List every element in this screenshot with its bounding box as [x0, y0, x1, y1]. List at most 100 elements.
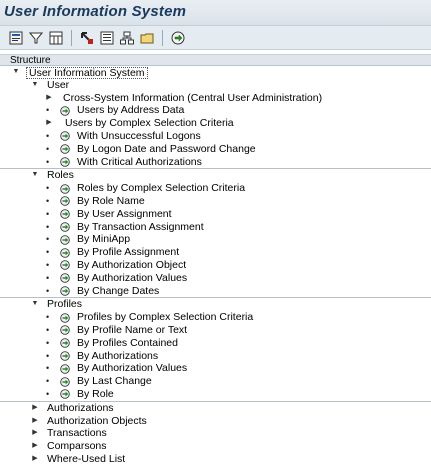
tree-item-label: By Profile Assignment — [77, 246, 180, 259]
collapsed-arrow-icon[interactable]: ▶ — [31, 440, 39, 453]
window-title: User Information System — [4, 3, 187, 20]
tree-item-label: By MiniApp — [77, 233, 131, 246]
tree-item-label: By Last Change — [77, 375, 152, 388]
layout-icon[interactable] — [48, 30, 64, 46]
bullet-icon: • — [46, 337, 50, 348]
report-icon[interactable] — [8, 30, 24, 46]
tree-report-user[interactable]: • By Logon Date and Password Change — [0, 143, 431, 156]
find-icon[interactable] — [79, 30, 95, 46]
tree-report-profiles[interactable]: • By Authorization Values — [0, 362, 431, 375]
tree-item-label: Users by Address Data — [77, 104, 185, 117]
bullet-icon: • — [46, 363, 50, 374]
tree-report-roles[interactable]: • By Profile Assignment — [0, 246, 431, 259]
bullet-icon: • — [46, 324, 50, 335]
title-bar: User Information System — [0, 0, 431, 26]
tree-report-roles[interactable]: • Roles by Complex Selection Criteria — [0, 182, 431, 195]
collapsed-arrow-icon[interactable]: ▶ — [31, 402, 39, 415]
bullet-icon: • — [46, 234, 50, 245]
tree-icon[interactable] — [119, 30, 135, 46]
tree-report-user[interactable]: • With Critical Authorizations — [0, 156, 431, 169]
toolbar-separator — [71, 29, 72, 46]
tree-folder-collapsed[interactable]: ▶ Transactions — [0, 427, 431, 440]
bullet-icon: • — [46, 376, 50, 387]
tree-item-label: Authorization Objects — [47, 414, 147, 427]
tree-item-label: User — [47, 78, 70, 91]
bullet-icon: • — [46, 285, 50, 296]
tree-item-label: By Transaction Assignment — [77, 220, 204, 233]
tree-node-user[interactable]: ▶ Users by Complex Selection Criteria — [0, 117, 431, 130]
tree-node-user[interactable]: ▶ Cross-System Information (Central User … — [0, 92, 431, 105]
tree-item-label: With Critical Authorizations — [77, 155, 202, 168]
tree-item-label: By Profile Name or Text — [77, 323, 188, 336]
tree-report-user[interactable]: • With Unsuccessful Logons — [0, 130, 431, 143]
tree-folder-roles[interactable]: ▼ Roles — [0, 169, 431, 182]
execute-icon — [60, 389, 71, 400]
tree-item-label: Profiles by Complex Selection Criteria — [77, 311, 254, 324]
tree-item-label: By Authorization Values — [77, 271, 188, 284]
tree-item-label: Profiles — [47, 298, 83, 311]
execute-icon — [60, 157, 71, 167]
execute-icon — [60, 235, 71, 245]
tree-folder-collapsed[interactable]: ▶ Comparsons — [0, 440, 431, 453]
execute-icon — [60, 183, 71, 194]
tree-item-label: By Logon Date and Password Change — [77, 142, 256, 155]
execute-icon — [60, 222, 71, 232]
collapsed-arrow-icon[interactable]: ▶ — [31, 453, 39, 465]
tree-report-roles[interactable]: • By MiniApp — [0, 233, 431, 246]
execute-icon — [60, 312, 71, 323]
save-icon[interactable] — [99, 30, 115, 46]
collapsed-arrow-icon[interactable]: ▶ — [45, 117, 53, 130]
tree-item-label: Authorizations — [47, 401, 114, 414]
tree-report-roles[interactable]: • By Authorization Object — [0, 259, 431, 272]
tree-folder-collapsed[interactable]: ▶ Authorization Objects — [0, 415, 431, 428]
tree-item-label: By User Assignment — [77, 207, 172, 220]
tree-report-roles[interactable]: • By Role Name — [0, 195, 431, 208]
tree-root[interactable]: ▼ User Information System — [0, 66, 431, 79]
execute-icon — [60, 260, 71, 271]
tree-report-profiles[interactable]: • By Last Change — [0, 375, 431, 388]
collapsed-arrow-icon[interactable]: ▶ — [31, 415, 39, 428]
execute-icon — [60, 364, 71, 374]
tree-item-label: Where-Used List — [47, 452, 126, 465]
tree-folder-user[interactable]: ▼ User — [0, 79, 431, 92]
tree-report-roles[interactable]: • By Transaction Assignment — [0, 221, 431, 234]
execute-icon — [60, 144, 71, 155]
tree-report-roles[interactable]: • By Change Dates — [0, 285, 431, 298]
tree-item-label: By Authorizations — [77, 349, 159, 362]
tree-report-user[interactable]: • Users by Address Data — [0, 104, 431, 117]
expanded-arrow-icon[interactable]: ▼ — [31, 298, 39, 311]
tree-folder-collapsed[interactable]: ▶ Where-Used List — [0, 453, 431, 465]
tree-report-profiles[interactable]: • By Role — [0, 388, 431, 401]
bullet-icon: • — [46, 130, 50, 141]
bullet-icon: • — [46, 105, 50, 116]
filter-icon[interactable] — [28, 30, 44, 46]
tree-report-profiles[interactable]: • Profiles by Complex Selection Criteria — [0, 311, 431, 324]
expanded-arrow-icon[interactable]: ▼ — [31, 169, 39, 182]
bullet-icon: • — [46, 183, 50, 194]
bullet-icon: • — [46, 259, 50, 270]
tree-report-roles[interactable]: • By User Assignment — [0, 208, 431, 221]
tree-report-roles[interactable]: • By Authorization Values — [0, 272, 431, 285]
execute-icon — [60, 247, 71, 258]
tree-item-label: With Unsuccessful Logons — [77, 129, 201, 142]
tree-item-label: Roles — [47, 169, 74, 182]
execute-icon — [60, 338, 71, 348]
collapsed-arrow-icon[interactable]: ▶ — [45, 92, 53, 105]
bullet-icon: • — [46, 272, 50, 283]
toolbar — [0, 26, 431, 50]
tree-report-profiles[interactable]: • By Profile Name or Text — [0, 324, 431, 337]
execute-icon — [60, 196, 71, 207]
expanded-arrow-icon[interactable]: ▼ — [31, 79, 39, 92]
tree-report-profiles[interactable]: • By Profiles Contained — [0, 337, 431, 350]
tree-folder-collapsed[interactable]: ▶ Authorizations — [0, 402, 431, 415]
folder-icon[interactable] — [139, 30, 155, 46]
tree-item-label: Cross-System Information (Central User A… — [63, 91, 323, 104]
tree-report-profiles[interactable]: • By Authorizations — [0, 350, 431, 363]
tree-item-label: Comparsons — [47, 440, 107, 453]
bullet-icon: • — [46, 143, 50, 154]
expanded-arrow-icon[interactable]: ▼ — [12, 66, 20, 79]
collapsed-arrow-icon[interactable]: ▶ — [31, 427, 39, 440]
execute-icon — [60, 286, 71, 296]
tree-folder-profiles[interactable]: ▼ Profiles — [0, 298, 431, 311]
execute-icon[interactable] — [170, 30, 186, 46]
